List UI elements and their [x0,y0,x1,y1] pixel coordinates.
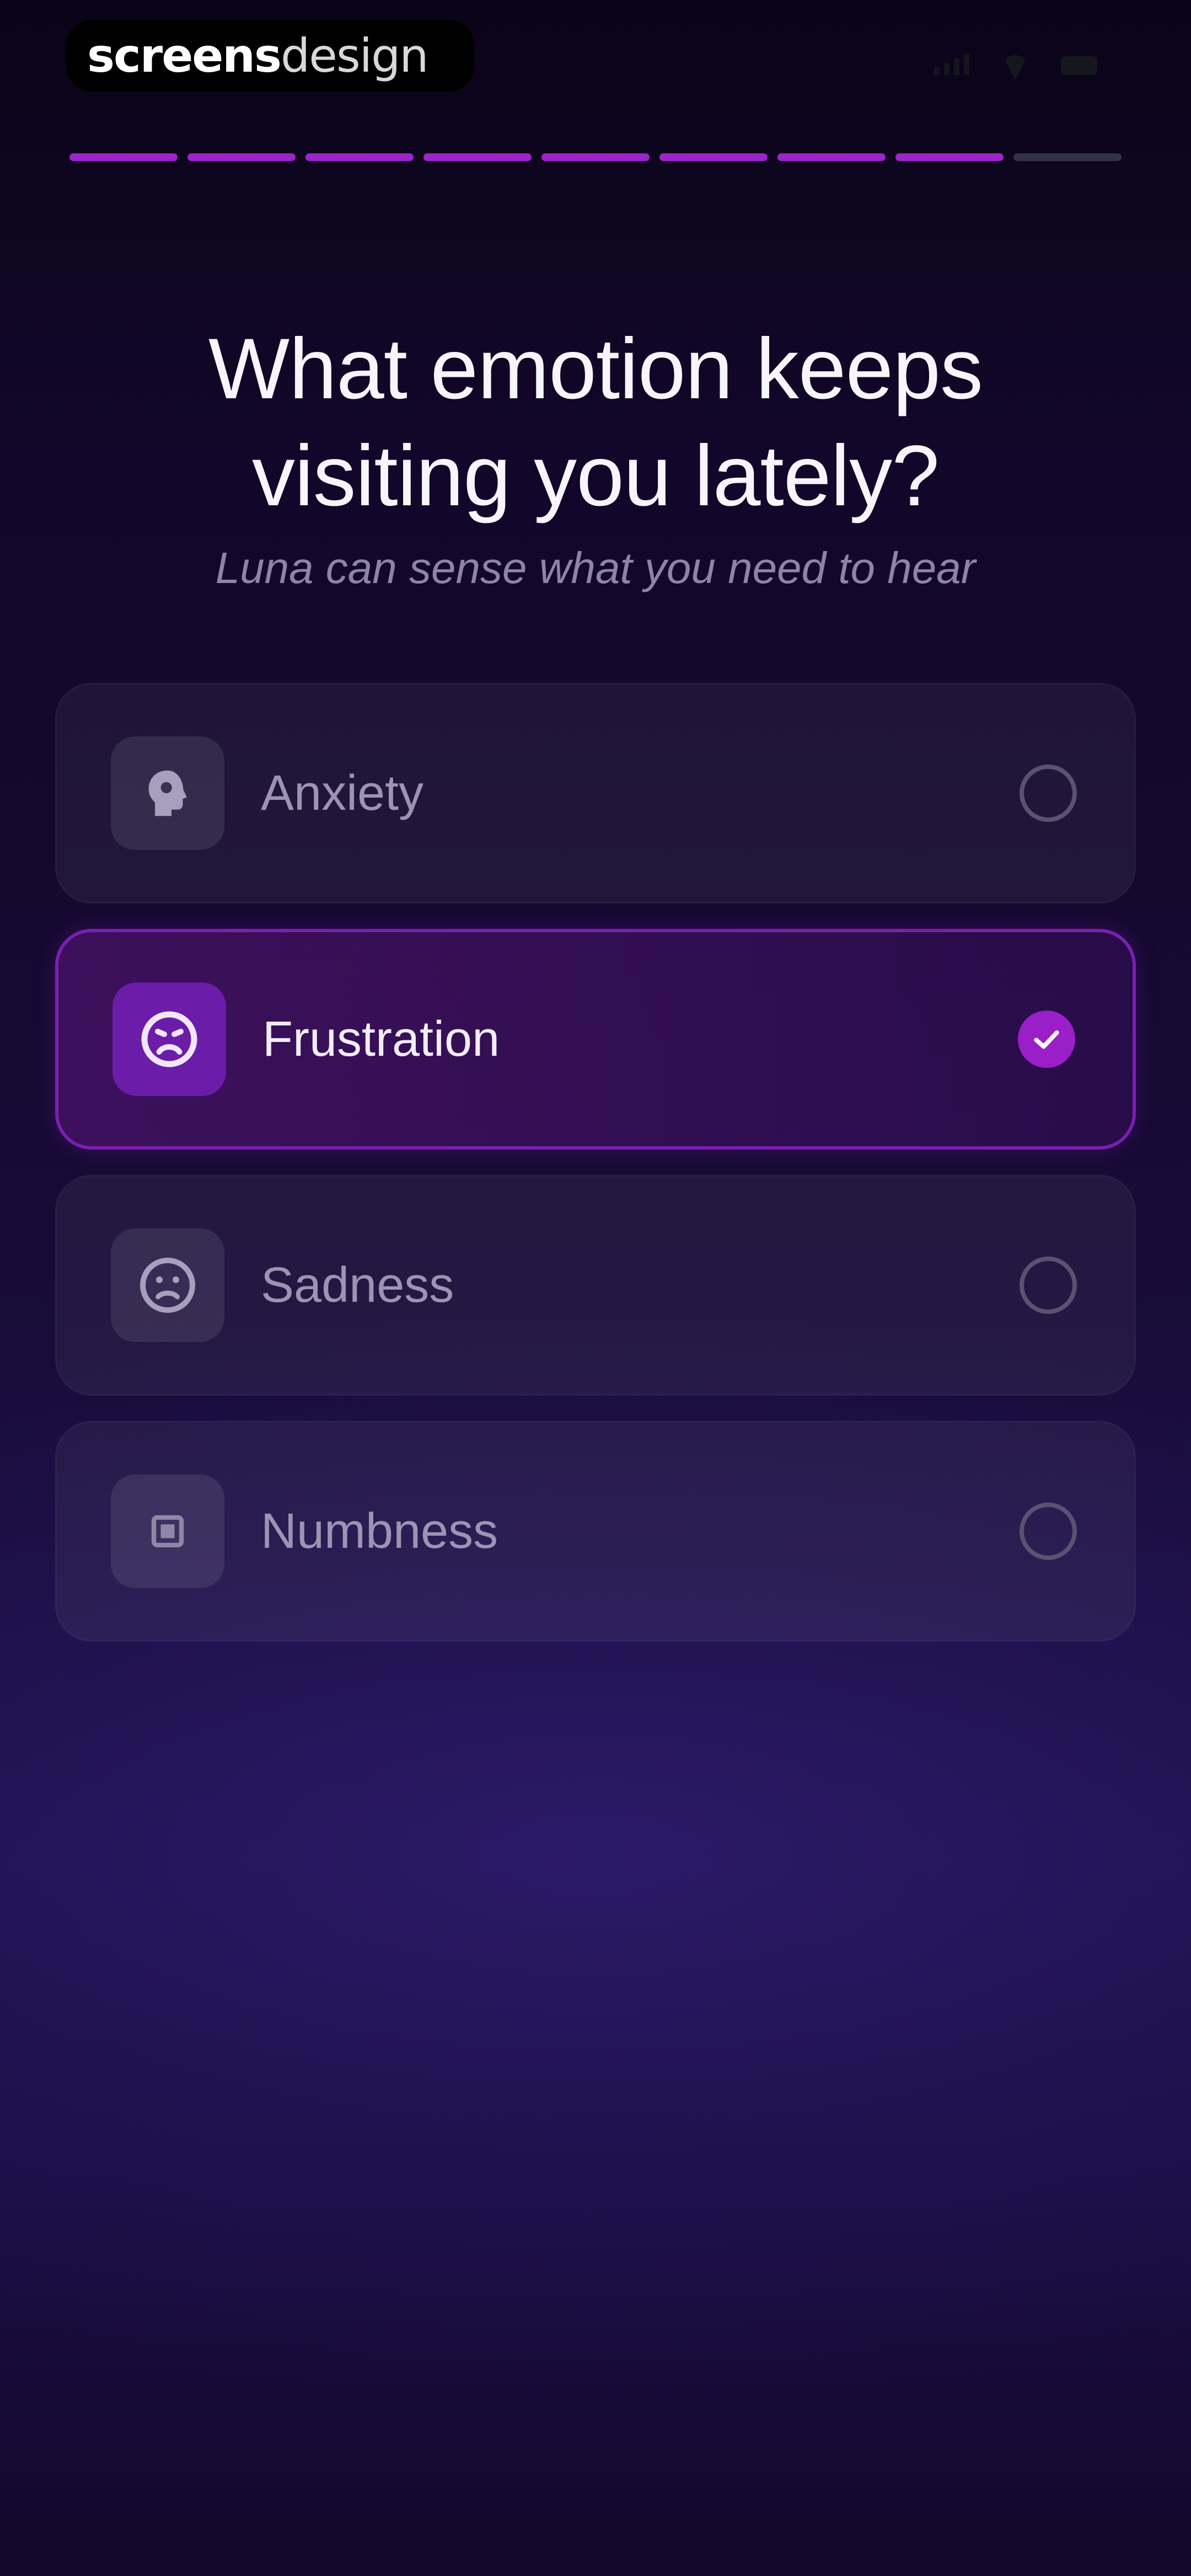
progress-segment [659,153,768,161]
options-list: Anxiety Frustration Sadness Numbness [55,683,1136,1667]
option-frustration[interactable]: Frustration [55,929,1136,1150]
option-numbness[interactable]: Numbness [55,1421,1136,1642]
frown-face-icon [112,982,226,1096]
wifi-icon [1002,55,1028,75]
brand-logo: screens design [66,20,474,92]
progress-segment [423,153,532,161]
radio-button[interactable] [1020,1257,1077,1314]
square-icon [111,1474,224,1588]
status-bar [934,53,1097,75]
progress-segment [187,153,296,161]
progress-segment [1013,153,1122,161]
progress-segment [541,153,650,161]
check-icon [1034,1030,1059,1049]
option-anxiety[interactable]: Anxiety [55,683,1136,904]
progress-segment [69,153,178,161]
question-subtitle: Luna can sense what you need to hear [215,543,976,592]
question-title: What emotion keeps visiting you lately? [0,316,1191,530]
question-title-line-1: What emotion keeps [208,321,983,417]
radio-button-checked[interactable] [1018,1011,1075,1068]
radio-button[interactable] [1020,765,1077,822]
sad-face-icon [111,1228,224,1342]
brain-head-icon [111,736,224,850]
radio-button[interactable] [1020,1503,1077,1560]
progress-bar [69,153,1122,161]
progress-segment [305,153,414,161]
option-label: Frustration [262,1011,500,1067]
brand-logo-strong: screens [87,29,282,83]
option-label: Numbness [261,1503,498,1559]
option-label: Anxiety [261,765,424,821]
progress-segment [895,153,1004,161]
battery-icon [1061,56,1097,75]
brand-logo-light: design [280,29,429,83]
signal-icon [934,53,969,75]
option-label: Sadness [261,1257,454,1313]
question-title-line-2: visiting you lately? [252,428,940,524]
progress-segment [777,153,886,161]
option-sadness[interactable]: Sadness [55,1175,1136,1396]
